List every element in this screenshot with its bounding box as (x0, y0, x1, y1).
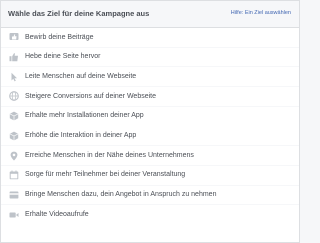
objective-promote-page[interactable]: Hebe deine Seite hervor (1, 47, 299, 67)
objective-label: Hebe deine Seite hervor (25, 53, 101, 61)
app-box-icon (9, 131, 19, 141)
objective-app-engagement[interactable]: Erhöhe die Interaktion in deiner App (1, 126, 299, 146)
video-camera-icon (9, 210, 19, 220)
objective-video-views[interactable]: Erhalte Videoaufrufe (1, 205, 299, 224)
objective-label: Erreiche Menschen in der Nähe deines Unt… (25, 151, 194, 159)
objective-label: Erhöhe die Interaktion in deiner App (25, 132, 137, 140)
panel-header: Wähle das Ziel für deine Kampagne aus Hi… (1, 1, 299, 28)
objective-label: Steigere Conversions auf deiner Webseite (25, 92, 157, 100)
objective-label: Bewirb deine Beiträge (25, 33, 94, 41)
objective-website-conversions[interactable]: Steigere Conversions auf deiner Webseite (1, 87, 299, 106)
objective-label: Erhalte Videoaufrufe (25, 210, 89, 218)
globe-icon (9, 91, 19, 102)
objective-list: Bewirb deine Beiträge Hebe deine Seite h… (1, 28, 299, 224)
objective-app-installs[interactable]: Erhalte mehr Installationen deiner App (1, 106, 299, 126)
thumbs-up-post-icon (9, 32, 19, 42)
objective-label: Sorge für mehr Teilnehmer bei deiner Ver… (25, 171, 186, 179)
location-pin-icon (9, 151, 19, 161)
objective-boost-posts[interactable]: Bewirb deine Beiträge (1, 28, 299, 47)
app-box-icon (9, 111, 19, 121)
objective-offer-claims[interactable]: Bringe Menschen dazu, dein Angebot in An… (1, 185, 299, 205)
cursor-icon (9, 72, 19, 82)
objective-label: Erhalte mehr Installationen deiner App (25, 112, 144, 120)
objective-website-traffic[interactable]: Leite Menschen auf deine Webseite (1, 67, 299, 87)
panel-title: Wähle das Ziel für deine Kampagne aus (8, 9, 150, 18)
calendar-icon (9, 170, 19, 180)
offer-icon (9, 190, 19, 200)
campaign-objective-panel: Wähle das Ziel für deine Kampagne aus Hi… (0, 0, 300, 243)
objective-local-awareness[interactable]: Erreiche Menschen in der Nähe deines Unt… (1, 146, 299, 165)
objective-event-responses[interactable]: Sorge für mehr Teilnehmer bei deiner Ver… (1, 165, 299, 185)
objective-label: Bringe Menschen dazu, dein Angebot in An… (25, 191, 217, 199)
help-choose-objective-link[interactable]: Hilfe: Ein Ziel auswählen (231, 10, 291, 16)
thumbs-up-icon (9, 52, 19, 62)
objective-label: Leite Menschen auf deine Webseite (25, 72, 137, 80)
